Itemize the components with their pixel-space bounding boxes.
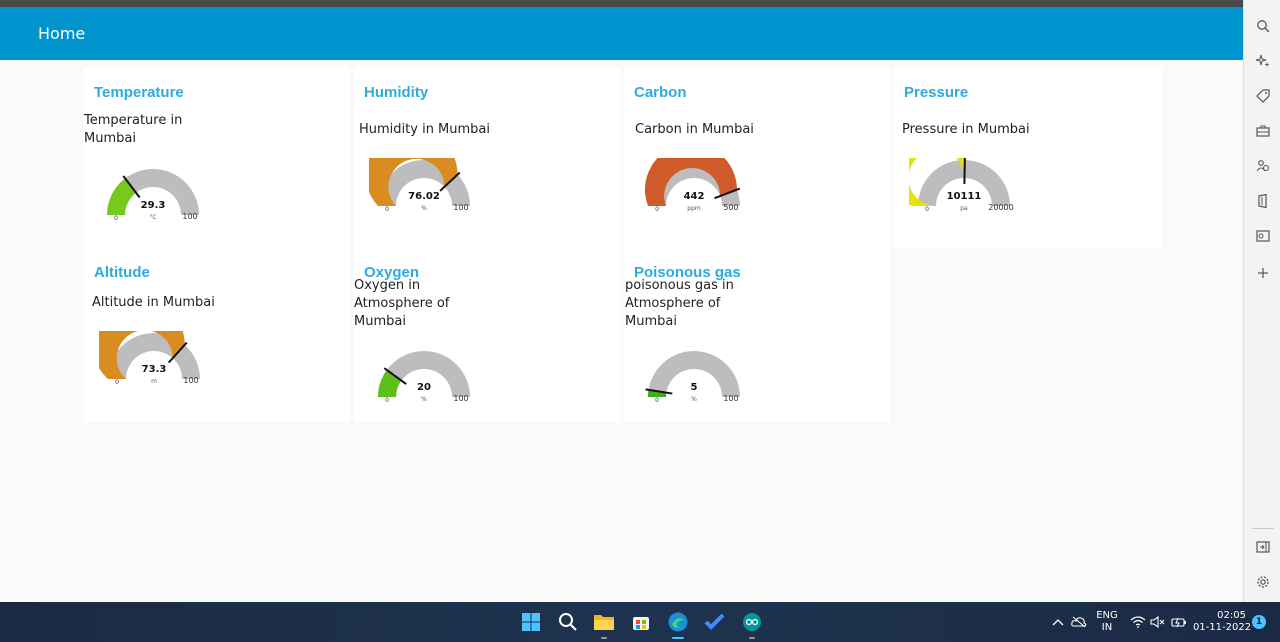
gauge-unit: m bbox=[151, 378, 157, 385]
gauge-min: 0 bbox=[655, 206, 659, 213]
arduino-icon[interactable] bbox=[740, 610, 764, 634]
gauge-svg: 20% 0 100 bbox=[378, 351, 470, 404]
open-app-indicator bbox=[601, 637, 607, 639]
gauge-max: 500 bbox=[723, 203, 738, 212]
gauge-pressure: 10111 pa 0 20000 bbox=[872, 114, 1019, 228]
card-carbon: Carbon Carbon in Mumbai 442 ppm 0 500 bbox=[624, 67, 890, 247]
sparkle-icon[interactable] bbox=[1254, 52, 1272, 70]
gauge-max: 100 bbox=[183, 376, 198, 385]
card-temperature: Temperature Temperature in Mumbai 29.3 °C… bbox=[84, 67, 350, 247]
gauge-svg: 442 ppm 0 500 bbox=[644, 143, 741, 213]
page-title: Home bbox=[38, 24, 86, 43]
split-screen-icon[interactable] bbox=[1254, 538, 1272, 556]
outlook-icon[interactable] bbox=[1254, 227, 1272, 245]
gauge-unit: % bbox=[691, 396, 697, 403]
gauge-unit: ppm bbox=[687, 205, 701, 212]
gear-icon[interactable] bbox=[1254, 573, 1272, 591]
gauge-svg: 10111 pa 0 20000 bbox=[872, 114, 1014, 213]
card-poisonous-gas: Poisonous gas poisonous gas in Atmospher… bbox=[624, 247, 890, 422]
gauge-value: 20 bbox=[417, 382, 431, 393]
card-title: Carbon bbox=[634, 84, 687, 101]
card-title: Pressure bbox=[904, 84, 969, 101]
gauge-max: 100 bbox=[453, 203, 468, 212]
gauge-min: 0 bbox=[655, 397, 659, 404]
edge-icon[interactable] bbox=[666, 610, 690, 634]
gauge-min: 0 bbox=[115, 379, 119, 386]
gauge-unit: pa bbox=[960, 205, 968, 212]
card-title: Humidity bbox=[364, 84, 429, 101]
gauge-value: 442 bbox=[684, 191, 705, 202]
card-title: Altitude bbox=[94, 264, 150, 281]
todo-icon[interactable] bbox=[703, 610, 727, 634]
clock[interactable]: 02:05 01-11-2022 bbox=[1192, 610, 1252, 634]
windows-taskbar: ENG IN 02:05 01-11-2022 1 bbox=[0, 602, 1280, 642]
search-icon[interactable] bbox=[556, 610, 580, 634]
gauge-max: 100 bbox=[182, 212, 197, 221]
card-title: Temperature bbox=[94, 84, 184, 101]
file-explorer-icon[interactable] bbox=[592, 610, 616, 634]
gauge-altitude: 73.3 m 0 100 bbox=[92, 298, 209, 401]
card-subtitle: Pressure in Mumbai bbox=[902, 122, 1030, 137]
gauge-unit: °C bbox=[149, 214, 156, 221]
active-app-indicator bbox=[672, 637, 684, 639]
gauge-min: 0 bbox=[925, 206, 929, 213]
card-subtitle: Oxygen in Atmosphere of Mumbai bbox=[354, 278, 450, 329]
gauge-unit: % bbox=[421, 396, 427, 403]
gauge-min: 0 bbox=[114, 215, 118, 222]
dashboard-content: Temperature Temperature in Mumbai 29.3 °C… bbox=[0, 60, 1243, 602]
region-code: IN bbox=[1101, 622, 1113, 633]
language-indicator[interactable]: ENG IN bbox=[1094, 610, 1120, 634]
window-top-strip bbox=[0, 0, 1243, 7]
card-humidity: Humidity Humidity in Mumbai 76.02% 0 100 bbox=[354, 67, 620, 247]
sidebar-divider bbox=[1252, 528, 1274, 529]
gauge-poisonous-gas: 5% 0 100 bbox=[639, 349, 749, 419]
clock-time: 02:05 bbox=[1217, 610, 1246, 621]
gauge-value: 76.02 bbox=[408, 191, 440, 202]
gauge-humidity: 76.02% 0 100 bbox=[365, 128, 479, 228]
card-subtitle: Altitude in Mumbai bbox=[92, 295, 215, 310]
card-pressure: Pressure Pressure in Mumbai 10111 pa 0 2000… bbox=[872, 67, 1162, 247]
card-oxygen: Oxygen Oxygen in Atmosphere of Mumbai 20… bbox=[354, 247, 620, 422]
card-subtitle: Carbon in Mumbai bbox=[635, 122, 754, 137]
card-altitude: Altitude Altitude in Mumbai 73.3 m 0 100 bbox=[84, 247, 350, 422]
language-code: ENG bbox=[1096, 610, 1118, 621]
gauge-svg: 5% 0 100 bbox=[645, 351, 740, 404]
store-icon[interactable] bbox=[629, 610, 653, 634]
plus-icon[interactable] bbox=[1254, 264, 1272, 282]
gauge-svg: 29.3 °C 0 100 bbox=[107, 169, 199, 222]
app-header: Home bbox=[0, 7, 1243, 60]
tag-icon[interactable] bbox=[1254, 87, 1272, 105]
gauge-max: 100 bbox=[453, 394, 468, 403]
gauge-max: 100 bbox=[723, 394, 738, 403]
office-icon[interactable] bbox=[1254, 192, 1272, 210]
gauge-max: 20000 bbox=[988, 203, 1013, 212]
people-icon[interactable] bbox=[1254, 157, 1272, 175]
clock-date: 01-11-2022 bbox=[1192, 622, 1252, 633]
gauge-svg: 73.3 m 0 100 bbox=[92, 298, 200, 386]
cloud-off-icon[interactable] bbox=[1067, 610, 1091, 634]
gauge-value: 29.3 bbox=[141, 200, 166, 211]
gauge-value: 10111 bbox=[947, 191, 982, 202]
open-app-indicator bbox=[749, 637, 755, 639]
gauge-min: 0 bbox=[385, 397, 389, 404]
battery-charging-icon[interactable] bbox=[1167, 610, 1191, 634]
card-subtitle: poisonous gas in Atmosphere of Mumbai bbox=[625, 278, 734, 329]
windows-start-icon[interactable] bbox=[519, 610, 543, 634]
gauge-unit: % bbox=[421, 205, 427, 212]
gauge-value: 73.3 bbox=[142, 364, 167, 375]
edge-sidebar bbox=[1243, 0, 1280, 602]
gauge-min: 0 bbox=[385, 206, 389, 213]
notification-badge[interactable]: 1 bbox=[1252, 615, 1266, 629]
notification-count: 1 bbox=[1255, 617, 1263, 627]
card-subtitle: Temperature in Mumbai bbox=[84, 113, 183, 146]
gauge-svg: 76.02% 0 100 bbox=[365, 128, 470, 213]
search-icon[interactable] bbox=[1254, 17, 1272, 35]
toolbox-icon[interactable] bbox=[1254, 122, 1272, 140]
gauge-value: 5 bbox=[691, 382, 698, 393]
card-subtitle: Humidity in Mumbai bbox=[359, 122, 491, 137]
gauge-carbon: 442 ppm 0 500 bbox=[639, 143, 749, 228]
gauge-temperature: 29.3 °C 0 100 bbox=[98, 167, 208, 237]
gauge-oxygen: 20% 0 100 bbox=[369, 349, 479, 419]
